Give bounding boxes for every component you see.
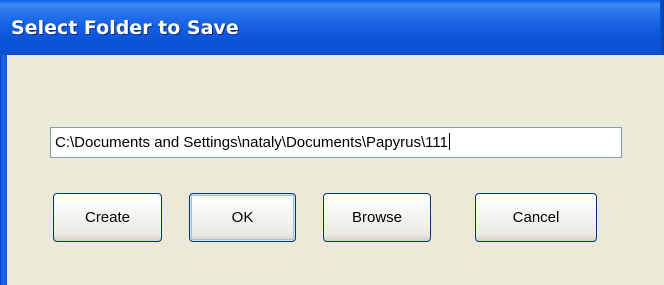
create-button-label: Create <box>84 209 131 226</box>
ok-button[interactable]: OK <box>189 193 296 242</box>
window-title: Select Folder to Save <box>11 17 239 39</box>
select-folder-dialog: Select Folder to Save C:\Documents and S… <box>0 0 664 285</box>
folder-path-value: C:\Documents and Settings\nataly\Documen… <box>55 134 448 151</box>
folder-path-input[interactable]: C:\Documents and Settings\nataly\Documen… <box>50 127 622 158</box>
title-bar[interactable]: Select Folder to Save <box>0 0 664 55</box>
cancel-button[interactable]: Cancel <box>475 193 597 242</box>
ok-button-label: OK <box>231 209 254 226</box>
text-caret <box>448 133 450 150</box>
browse-button[interactable]: Browse <box>323 193 431 242</box>
create-button[interactable]: Create <box>53 193 162 242</box>
browse-button-label: Browse <box>351 209 403 226</box>
cancel-button-label: Cancel <box>512 209 560 226</box>
window-left-border <box>0 55 7 285</box>
